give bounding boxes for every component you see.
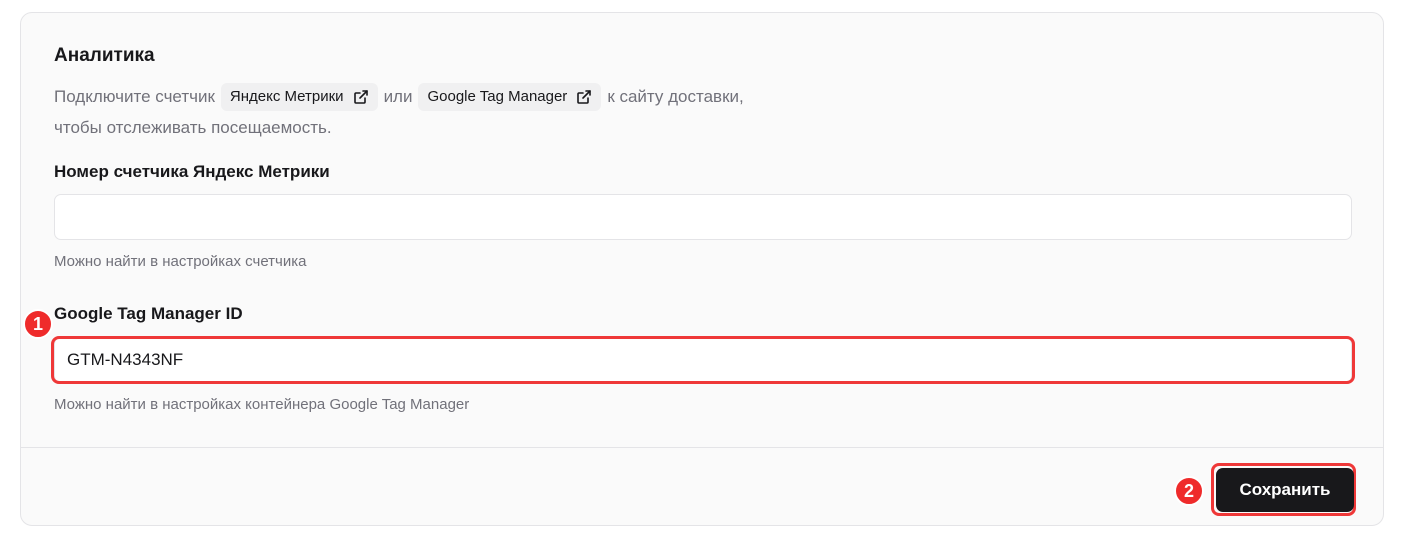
yandex-metrika-link[interactable]: Яндекс Метрики (220, 82, 378, 111)
gtm-id-input[interactable] (54, 337, 1352, 383)
yandex-counter-label: Номер счетчика Яндекс Метрики (54, 162, 330, 181)
section-title: Аналитика (54, 45, 155, 66)
step-badge-1: 1 (23, 309, 53, 339)
analytics-settings-card: Аналитика Подключите счетчик Яндекс Метр… (20, 12, 1384, 526)
section-description: Подключите счетчик Яндекс Метрики или Go… (54, 81, 954, 143)
gtm-id-label: Google Tag Manager ID (54, 304, 243, 323)
yandex-counter-hint: Можно найти в настройках счетчика (54, 253, 307, 270)
gtm-id-hint: Можно найти в настройках контейнера Goog… (54, 396, 470, 413)
save-button[interactable]: Сохранить (1216, 468, 1354, 512)
description-text-before: Подключите счетчик (54, 87, 215, 106)
description-text-between: или (383, 87, 413, 106)
external-link-icon (577, 89, 592, 104)
yandex-metrika-link-label: Яндекс Метрики (229, 88, 344, 105)
google-tag-manager-link[interactable]: Google Tag Manager (418, 82, 602, 111)
description-text-after: к сайту доставки, (607, 87, 744, 106)
google-tag-manager-link-label: Google Tag Manager (427, 88, 568, 105)
yandex-counter-input[interactable] (54, 194, 1352, 240)
card-body: Аналитика Подключите счетчик Яндекс Метр… (21, 13, 1383, 448)
description-line-2: чтобы отслеживать посещаемость. (54, 118, 332, 137)
description-line-1: Подключите счетчик Яндекс Метрики или Go… (54, 81, 954, 112)
external-link-icon (353, 89, 368, 104)
step-badge-2: 2 (1174, 476, 1204, 506)
